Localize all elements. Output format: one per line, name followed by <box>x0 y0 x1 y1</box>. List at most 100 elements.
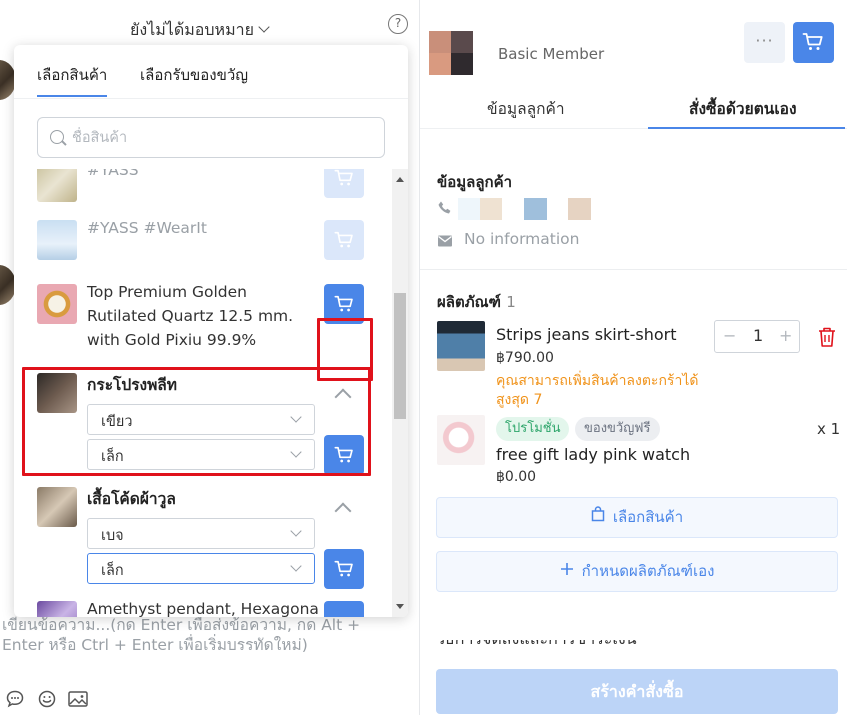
product-picker-popup: เลือกสินค้า เลือกรับของขวัญ #YASS <box>14 45 408 617</box>
add-to-cart-button[interactable] <box>324 601 364 617</box>
list-item[interactable]: Amethyst pendant, Hexagona <box>37 600 373 617</box>
chat-bubble-icon[interactable] <box>5 689 25 709</box>
add-to-cart-button[interactable] <box>324 284 364 324</box>
list-item[interactable]: เสื้อโค้ดผ้าวูล เบจ เล็ก <box>37 487 373 589</box>
member-level: Basic Member <box>498 45 605 63</box>
plus-icon <box>560 552 574 591</box>
collapse-icon[interactable] <box>334 388 352 406</box>
product-name: Top Premium Golden Rutilated Quartz 12.5… <box>87 283 294 349</box>
chevron-down-icon <box>258 21 270 33</box>
size-select[interactable]: เล็ก <box>87 553 315 584</box>
add-to-cart-button[interactable] <box>324 169 364 198</box>
tab-customer-info[interactable]: ข้อมูลลูกค้า <box>487 96 565 121</box>
help-icon[interactable]: ? <box>388 14 408 34</box>
tab-select-product[interactable]: เลือกสินค้า <box>37 63 108 97</box>
redacted-phone <box>458 198 480 220</box>
gift-quantity: x 1 <box>817 420 841 438</box>
product-name: #YASS <box>87 169 139 179</box>
list-item[interactable]: Top Premium Golden Rutilated Quartz 12.5… <box>37 283 373 356</box>
size-select-value: เล็ก <box>101 563 124 579</box>
size-select-value: เล็ก <box>101 449 124 465</box>
more-button[interactable]: ··· <box>744 22 785 63</box>
list-item[interactable]: #YASS <box>37 169 373 202</box>
tab-active-indicator <box>648 127 845 129</box>
shipping-payment-label: วิธีการจัดส่งและการชำระเงิน <box>436 640 637 651</box>
image-icon[interactable] <box>67 689 88 709</box>
scroll-down-icon[interactable] <box>396 604 404 609</box>
color-select[interactable]: เขียว <box>87 404 315 435</box>
mail-icon <box>437 233 453 252</box>
product-thumbnail <box>37 373 77 413</box>
chevron-down-icon <box>290 560 302 572</box>
phone-icon <box>437 200 453 220</box>
scrollbar-thumb[interactable] <box>394 293 406 419</box>
color-select-value: เบจ <box>101 528 124 544</box>
product-thumbnail <box>37 220 77 260</box>
shopping-cart-icon <box>801 30 825 54</box>
product-thumbnail <box>37 284 77 324</box>
assign-dropdown[interactable]: ยังไม่ได้มอบหมาย <box>130 18 270 43</box>
custom-product-label: กำหนดผลิตภัณฑ์เอง <box>581 562 715 580</box>
order-panel: Basic Member ··· ข้อมูลลูกค้า สั่งซื้อด้… <box>420 0 847 715</box>
chevron-down-icon <box>290 446 302 458</box>
avatar <box>429 31 473 75</box>
select-product-label: เลือกสินค้า <box>612 508 684 526</box>
chat-pane: ยังไม่ได้มอบหมาย ? เขียนข้อความ...(กด En… <box>0 0 419 715</box>
product-thumbnail <box>37 601 77 617</box>
order-item-name: Strips jeans skirt-short <box>496 325 677 344</box>
shipping-payment-title: วิธีการจัดส่งและการชำระเงิน <box>436 640 637 651</box>
scrollbar[interactable] <box>392 169 408 617</box>
gift-item-price: ฿0.00 <box>496 469 537 485</box>
redacted-phone <box>480 198 502 220</box>
increase-button[interactable]: + <box>779 326 792 345</box>
size-select[interactable]: เล็ก <box>87 439 315 470</box>
product-thumbnail <box>437 415 485 465</box>
add-to-cart-button[interactable] <box>324 549 364 589</box>
gift-tag: ของขวัญฟรี <box>575 417 660 441</box>
cart-button[interactable] <box>793 22 834 63</box>
picker-tabs: เลือกสินค้า เลือกรับของขวัญ <box>14 45 408 99</box>
product-name: กระโปรงพลีท <box>87 376 178 394</box>
trash-icon[interactable] <box>817 326 837 348</box>
collapse-icon[interactable] <box>334 502 352 520</box>
custom-product-button[interactable]: กำหนดผลิตภัณฑ์เอง <box>436 551 838 592</box>
section-divider <box>420 269 847 270</box>
redacted-phone <box>524 198 547 220</box>
products-title: ผลิตภัณฑ์ 1 <box>437 290 516 314</box>
product-list: #YASS #YASS #WearIt Top Premium Golden R… <box>14 169 390 617</box>
tab-select-gift[interactable]: เลือกรับของขวัญ <box>140 63 248 87</box>
list-item[interactable]: #YASS #WearIt <box>37 219 373 260</box>
color-select-value: เขียว <box>101 414 133 430</box>
color-select[interactable]: เบจ <box>87 518 315 549</box>
create-order-button[interactable]: สร้างคำสั่งซื้อ <box>436 669 838 714</box>
product-search-input[interactable] <box>72 127 372 149</box>
smiley-icon[interactable] <box>37 689 57 709</box>
shopping-bag-icon <box>591 498 605 537</box>
tab-manual-order[interactable]: สั่งซื้อด้วยตนเอง <box>689 96 797 121</box>
quantity-stepper: − 1 + <box>714 320 800 353</box>
product-thumbnail <box>37 487 77 527</box>
product-name: Amethyst pendant, Hexagona <box>87 600 319 617</box>
select-product-button[interactable]: เลือกสินค้า <box>436 497 838 538</box>
products-count: 1 <box>506 293 516 311</box>
quantity-value[interactable]: 1 <box>753 326 763 345</box>
promo-tag: โปรโมชั่น <box>496 417 570 441</box>
products-title-label: ผลิตภัณฑ์ <box>437 293 501 311</box>
product-name: เสื้อโค้ดผ้าวูล <box>87 490 176 508</box>
add-to-cart-button[interactable] <box>324 435 364 475</box>
add-to-cart-button[interactable] <box>324 220 364 260</box>
scroll-up-icon[interactable] <box>396 177 404 182</box>
gift-item-name: free gift lady pink watch <box>496 445 691 464</box>
message-input[interactable]: เขียนข้อความ...(กด Enter เพื่อส่งข้อความ… <box>2 615 402 655</box>
app-root: ยังไม่ได้มอบหมาย ? เขียนข้อความ...(กด En… <box>0 0 847 715</box>
product-name: #YASS #WearIt <box>87 219 207 237</box>
assign-label: ยังไม่ได้มอบหมาย <box>130 20 254 39</box>
product-thumbnail <box>37 169 77 202</box>
redacted-phone <box>568 198 591 220</box>
customer-info-title: ข้อมูลลูกค้า <box>437 173 513 191</box>
max-qty-warning: คุณสามารถเพิ่มสินค้าลงตะกร้าได้สูงสุด 7 <box>496 373 699 408</box>
product-thumbnail <box>437 321 485 371</box>
search-icon <box>50 130 64 144</box>
decrease-button[interactable]: − <box>723 326 736 345</box>
list-item[interactable]: กระโปรงพลีท เขียว เล็ก <box>37 373 373 475</box>
